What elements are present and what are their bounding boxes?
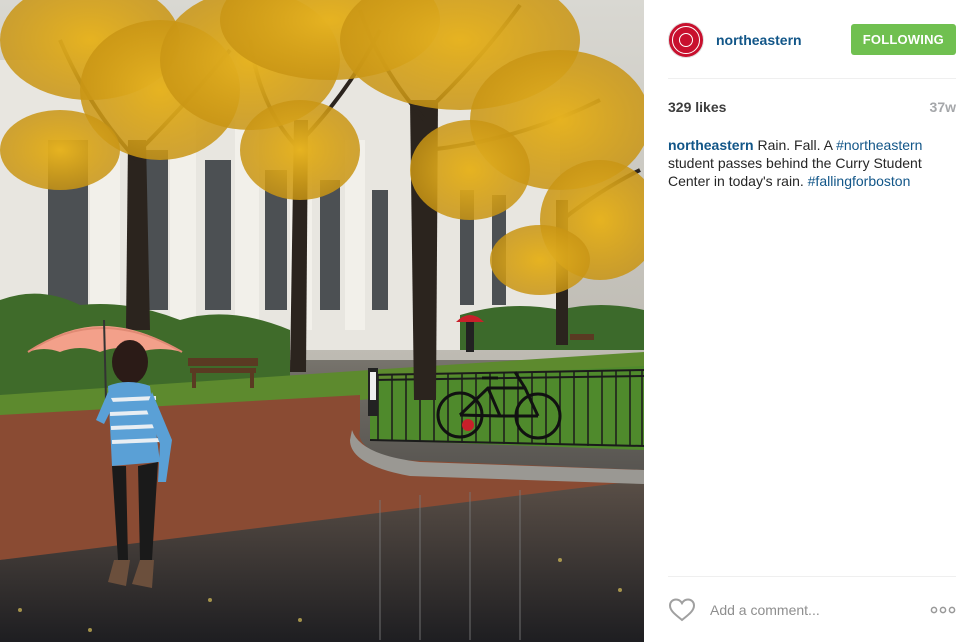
seal-ring [672, 26, 700, 54]
comment-row [668, 598, 956, 622]
post-timestamp[interactable]: 37w [930, 99, 956, 115]
post-viewer: northeastern FOLLOWING 329 likes 37w nor… [0, 0, 980, 642]
comment-input[interactable] [708, 601, 932, 619]
divider [668, 78, 956, 79]
post-caption: northeastern Rain. Fall. A #northeastern… [668, 136, 956, 190]
likes-row: 329 likes 37w [668, 99, 956, 115]
caption-text-1: Rain. Fall. A [753, 137, 837, 153]
heart-icon[interactable] [668, 598, 696, 622]
divider [668, 576, 956, 577]
hashtag-link-northeastern[interactable]: #northeastern [836, 137, 922, 153]
post-photo[interactable] [0, 0, 644, 642]
username-link[interactable]: northeastern [716, 32, 802, 48]
post-header: northeastern FOLLOWING [668, 20, 956, 60]
post-details-panel: northeastern FOLLOWING 329 likes 37w nor… [644, 0, 980, 642]
caption-username-link[interactable]: northeastern [668, 137, 754, 153]
northeastern-seal-icon[interactable] [668, 22, 704, 58]
ellipsis-icon[interactable] [930, 602, 956, 618]
rainy-campus-photo [0, 0, 644, 642]
likes-count[interactable]: 329 likes [668, 99, 726, 115]
seal-center [679, 33, 693, 47]
hashtag-link-fallingforboston[interactable]: #fallingforboston [808, 173, 911, 189]
following-button[interactable]: FOLLOWING [850, 24, 956, 55]
